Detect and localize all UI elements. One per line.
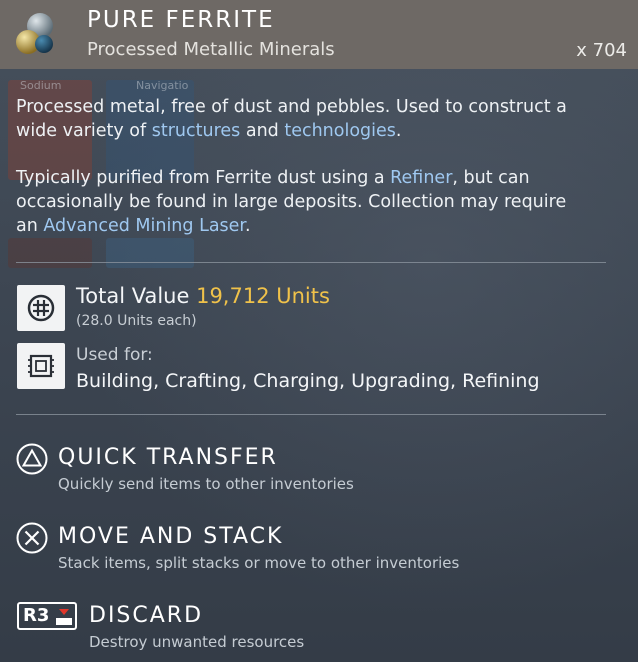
units-currency-icon [17, 285, 65, 331]
item-quantity: x 704 [576, 40, 627, 61]
discard-title: DISCARD [89, 603, 204, 628]
used-for-list: Building, Crafting, Charging, Upgrading,… [76, 370, 540, 392]
item-description: Processed metal, free of dust and pebble… [16, 97, 567, 141]
section-divider [16, 262, 606, 263]
background-inventory-slot [8, 238, 92, 268]
item-name: PURE FERRITE [87, 7, 275, 33]
triangle-button-icon [16, 443, 48, 475]
background-inventory-slot [106, 238, 194, 268]
pure-ferrite-icon [4, 4, 68, 66]
keyword-technologies: technologies [284, 121, 396, 141]
total-value-amount: 19,712 Units [196, 284, 330, 308]
r3-button-icon: R3 [17, 602, 77, 630]
quick-transfer-description: Quickly send items to other inventories [58, 475, 354, 493]
discard-description: Destroy unwanted resources [89, 633, 305, 651]
r3-button-label: R3 [23, 605, 50, 626]
keyword-advanced-mining-laser: Advanced Mining Laser [43, 216, 246, 236]
total-value: Total Value 19,712 Units [76, 284, 330, 308]
background-slot-label: Sodium [20, 79, 62, 92]
chip-icon [17, 343, 65, 389]
section-divider [16, 414, 606, 415]
item-source-description: Typically purified from Ferrite dust usi… [16, 168, 567, 236]
stick-press-icon [56, 609, 72, 625]
keyword-refiner: Refiner [390, 168, 453, 188]
unit-price: (28.0 Units each) [76, 313, 197, 329]
item-category: Processed Metallic Minerals [87, 39, 335, 60]
keyword-structures: structures [151, 121, 241, 141]
background-slot-label: Navigatio [136, 79, 189, 92]
item-header: PURE FERRITE Processed Metallic Minerals… [0, 0, 638, 69]
cross-button-icon [16, 522, 48, 554]
move-and-stack-description: Stack items, split stacks or move to oth… [58, 554, 460, 572]
move-and-stack-title: MOVE AND STACK [58, 524, 284, 549]
quick-transfer-title: QUICK TRANSFER [58, 445, 278, 470]
used-for-label: Used for: [76, 345, 153, 365]
